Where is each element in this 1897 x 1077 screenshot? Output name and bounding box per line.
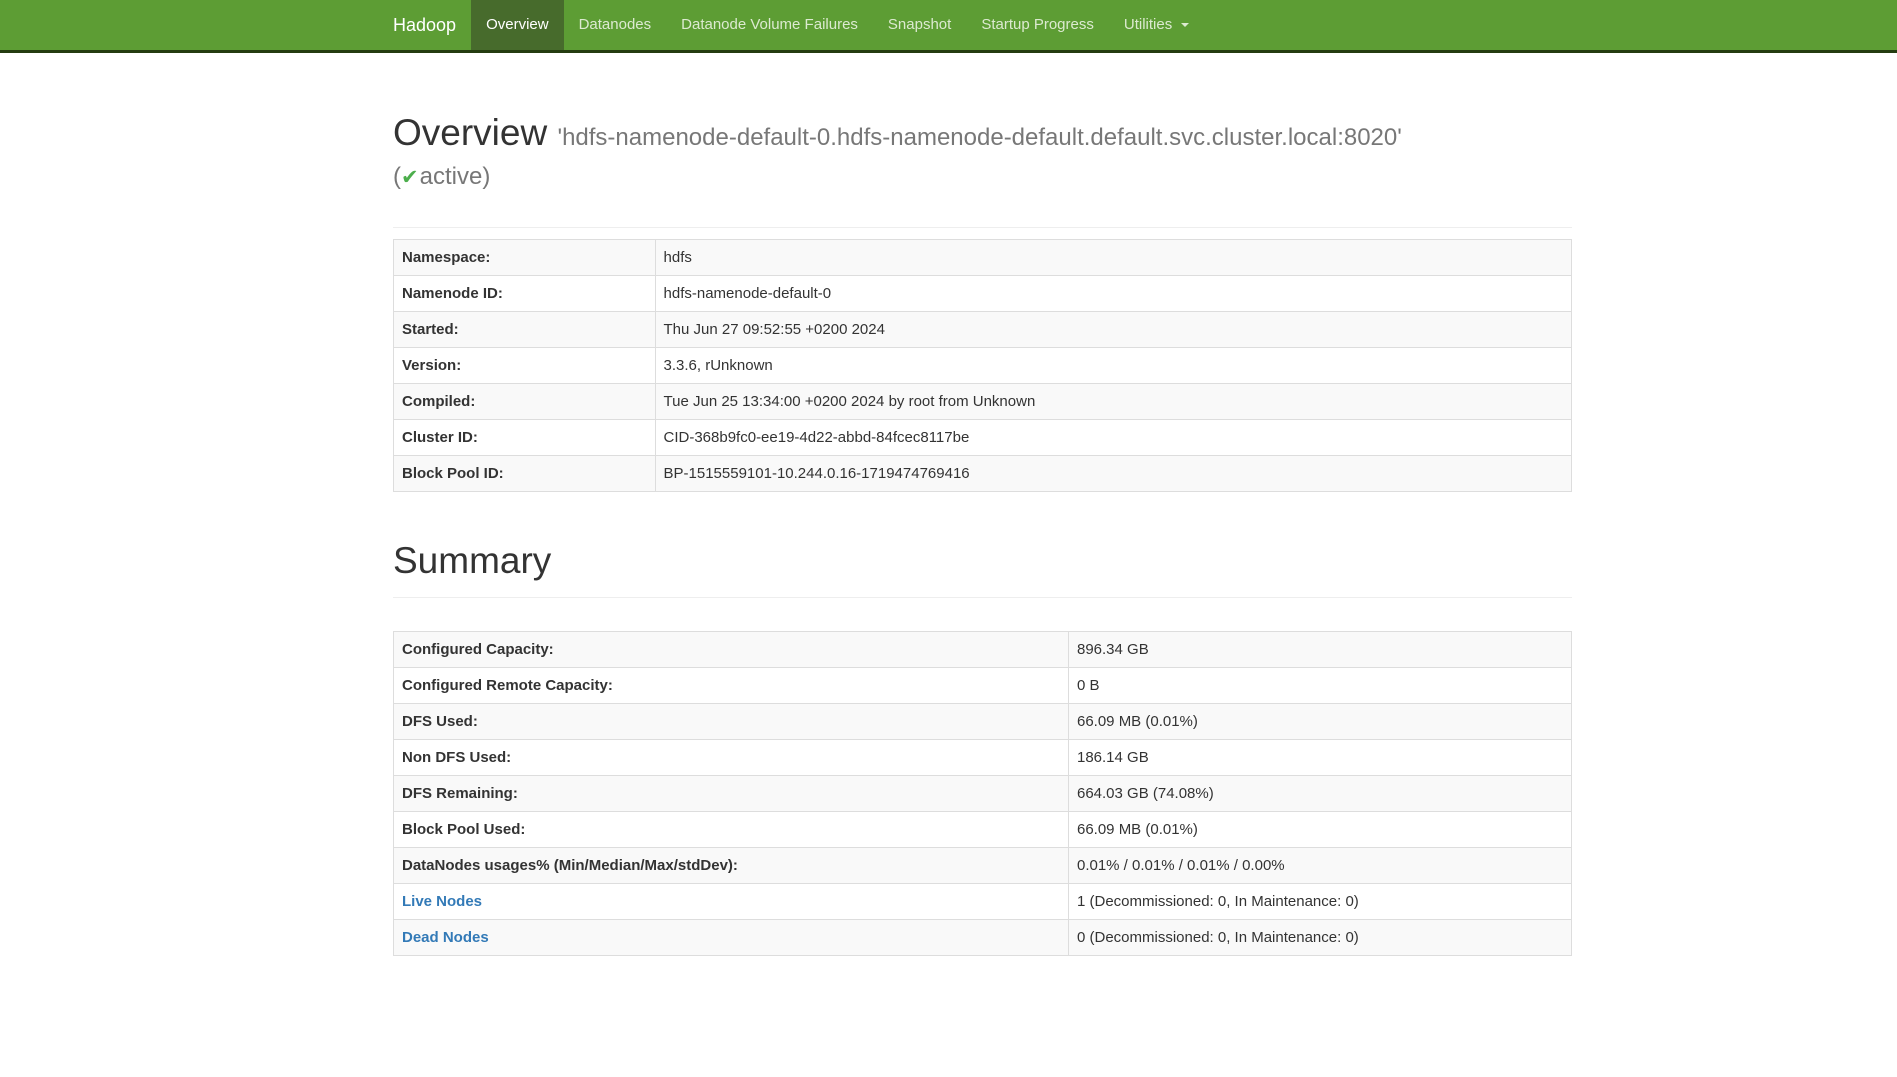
nav-item-startup-progress[interactable]: Startup Progress <box>966 0 1109 50</box>
row-value: 66.09 MB (0.01%) <box>1068 704 1571 740</box>
info-row-started: Started: Thu Jun 27 09:52:55 +0200 2024 <box>394 312 1572 348</box>
capacity-row-live-nodes: Live Nodes 1 (Decommissioned: 0, In Main… <box>394 884 1572 920</box>
row-label-cell: Dead Nodes <box>394 920 1069 956</box>
info-row-block-pool-id: Block Pool ID: BP-1515559101-10.244.0.16… <box>394 456 1572 492</box>
header-divider <box>393 227 1572 228</box>
row-label-cell: Non DFS Used: <box>394 740 1069 776</box>
row-value: Thu Jun 27 09:52:55 +0200 2024 <box>655 312 1571 348</box>
row-label-cell: Live Nodes <box>394 884 1069 920</box>
row-label-cell: Cluster ID: <box>394 420 656 456</box>
row-label: DFS Remaining: <box>402 785 518 802</box>
state-label: active <box>420 163 483 190</box>
row-label: Configured Capacity: <box>402 641 554 658</box>
capacity-row-block-pool-used: Block Pool Used: 66.09 MB (0.01%) <box>394 812 1572 848</box>
nav-item-label: Snapshot <box>888 16 951 33</box>
row-label-cell: Namespace: <box>394 240 656 276</box>
row-label-cell: Started: <box>394 312 656 348</box>
summary-heading: Summary <box>393 539 1572 583</box>
capacity-row-dfs-remaining: DFS Remaining: 664.03 GB (74.08%) <box>394 776 1572 812</box>
row-label-cell: Block Pool ID: <box>394 456 656 492</box>
info-row-namenode-id: Namenode ID: hdfs-namenode-default-0 <box>394 276 1572 312</box>
row-label: Version: <box>402 357 461 374</box>
caret-down-icon <box>1181 23 1189 27</box>
row-label: Started: <box>402 321 459 338</box>
row-label-cell: Block Pool Used: <box>394 812 1069 848</box>
row-label-cell: Version: <box>394 348 656 384</box>
row-label-cell: Configured Remote Capacity: <box>394 668 1069 704</box>
info-row-cluster-id: Cluster ID: CID-368b9fc0-ee19-4d22-abbd-… <box>394 420 1572 456</box>
nav-item-label: Datanode Volume Failures <box>681 16 858 33</box>
row-label: Block Pool ID: <box>402 465 504 482</box>
row-label-cell: Compiled: <box>394 384 656 420</box>
row-value: 664.03 GB (74.08%) <box>1068 776 1571 812</box>
nav-item-label: Overview <box>486 16 549 33</box>
row-label[interactable]: Live Nodes <box>402 893 482 910</box>
capacity-row-configured-capacity: Configured Capacity: 896.34 GB <box>394 632 1572 668</box>
check-icon: ✔ <box>401 166 420 189</box>
nav-item-label: Datanodes <box>579 16 652 33</box>
row-label-cell: DFS Remaining: <box>394 776 1069 812</box>
top-navbar: Hadoop Overview Datanodes Datanode Volum… <box>0 0 1897 53</box>
row-value: 0 (Decommissioned: 0, In Maintenance: 0) <box>1068 920 1571 956</box>
row-label: DFS Used: <box>402 713 478 730</box>
page-title: Overview <box>393 112 547 153</box>
row-label: Configured Remote Capacity: <box>402 677 613 694</box>
capacity-row-dfs-used: DFS Used: 66.09 MB (0.01%) <box>394 704 1572 740</box>
info-row-namespace: Namespace: hdfs <box>394 240 1572 276</box>
namenode-info-table: Namespace: hdfs Namenode ID: hdfs-nameno… <box>393 239 1572 492</box>
row-value: Tue Jun 25 13:34:00 +0200 2024 by root f… <box>655 384 1571 420</box>
namenode-endpoint: 'hdfs-namenode-default-0.hdfs-namenode-d… <box>557 124 1401 151</box>
row-label[interactable]: Dead Nodes <box>402 929 489 946</box>
row-label: DataNodes usages% (Min/Median/Max/stdDev… <box>402 857 738 874</box>
capacity-row-non-dfs-used: Non DFS Used: 186.14 GB <box>394 740 1572 776</box>
row-label: Non DFS Used: <box>402 749 511 766</box>
nav-item-utilities[interactable]: Utilities <box>1109 0 1205 50</box>
navbar-container: Hadoop Overview Datanodes Datanode Volum… <box>378 0 1897 50</box>
nav-item-datanode-volume-failures[interactable]: Datanode Volume Failures <box>666 0 873 50</box>
info-row-version: Version: 3.3.6, rUnknown <box>394 348 1572 384</box>
capacity-row-configured-remote-capacity: Configured Remote Capacity: 0 B <box>394 668 1572 704</box>
row-label: Compiled: <box>402 393 475 410</box>
capacity-row-dead-nodes: Dead Nodes 0 (Decommissioned: 0, In Main… <box>394 920 1572 956</box>
page-heading: Overview 'hdfs-namenode-default-0.hdfs-n… <box>393 111 1572 160</box>
navbar-brand-hadoop[interactable]: Hadoop <box>378 0 471 50</box>
main-content: Overview 'hdfs-namenode-default-0.hdfs-n… <box>393 111 1572 956</box>
row-value: 66.09 MB (0.01%) <box>1068 812 1571 848</box>
row-value: hdfs <box>655 240 1571 276</box>
row-value: 1 (Decommissioned: 0, In Maintenance: 0) <box>1068 884 1571 920</box>
capacity-row-datanodes-usages-min-median-max-stddev: DataNodes usages% (Min/Median/Max/stdDev… <box>394 848 1572 884</box>
row-value: hdfs-namenode-default-0 <box>655 276 1571 312</box>
capacity-table: Configured Capacity: 896.34 GB Configure… <box>393 631 1572 956</box>
namenode-state: (✔active) <box>393 160 1572 195</box>
row-value: 0.01% / 0.01% / 0.01% / 0.00% <box>1068 848 1571 884</box>
row-value: 896.34 GB <box>1068 632 1571 668</box>
row-value: 3.3.6, rUnknown <box>655 348 1571 384</box>
summary-block <box>393 598 1572 629</box>
row-label: Namespace: <box>402 249 490 266</box>
row-label-cell: Namenode ID: <box>394 276 656 312</box>
row-label-cell: Configured Capacity: <box>394 632 1069 668</box>
page-header: Overview 'hdfs-namenode-default-0.hdfs-n… <box>393 111 1572 228</box>
row-label: Block Pool Used: <box>402 821 525 838</box>
row-label-cell: DFS Used: <box>394 704 1069 740</box>
nav-item-overview[interactable]: Overview <box>471 0 564 50</box>
nav-item-label: Startup Progress <box>981 16 1094 33</box>
row-label: Namenode ID: <box>402 285 503 302</box>
row-value: CID-368b9fc0-ee19-4d22-abbd-84fcec8117be <box>655 420 1571 456</box>
row-value: 186.14 GB <box>1068 740 1571 776</box>
navbar-menu: Overview Datanodes Datanode Volume Failu… <box>471 0 1204 50</box>
row-value: 0 B <box>1068 668 1571 704</box>
nav-item-datanodes[interactable]: Datanodes <box>564 0 667 50</box>
row-label: Cluster ID: <box>402 429 478 446</box>
row-label-cell: DataNodes usages% (Min/Median/Max/stdDev… <box>394 848 1069 884</box>
row-value: BP-1515559101-10.244.0.16-1719474769416 <box>655 456 1571 492</box>
info-row-compiled: Compiled: Tue Jun 25 13:34:00 +0200 2024… <box>394 384 1572 420</box>
nav-item-label: Utilities <box>1124 16 1172 33</box>
nav-item-snapshot[interactable]: Snapshot <box>873 0 966 50</box>
